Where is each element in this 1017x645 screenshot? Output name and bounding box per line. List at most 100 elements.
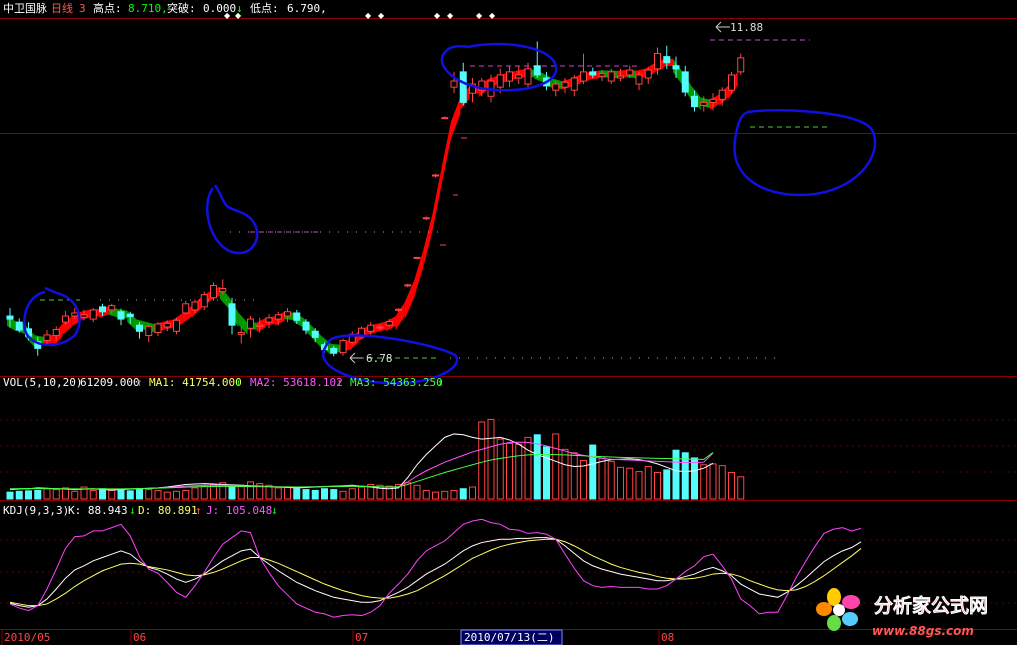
volume-bar: [570, 452, 578, 500]
candle-body: [210, 285, 217, 299]
volume-bar: [173, 490, 180, 500]
volume-bar: [515, 443, 523, 500]
candle-body: [737, 57, 745, 73]
candle-body: [552, 83, 560, 91]
volume-bar: [506, 442, 513, 500]
date-label-may: 2010/05: [4, 631, 50, 644]
candle-body: [617, 75, 624, 79]
candle-body: [265, 317, 273, 323]
star-icon: ◆: [434, 11, 441, 20]
volume-bar: [478, 421, 486, 500]
kdj-j-arrow: ↓: [271, 504, 278, 517]
star-icon: ◆: [489, 11, 496, 20]
volume-ma1: MA1: 41754.000: [149, 376, 242, 389]
high-value: 8.710,: [128, 2, 168, 15]
price-header: 中卫国脉 日线 3 高点: 8.710, 突破: 0.000 ↓ 低点: 6.7…: [3, 1, 327, 15]
volume-bar: [358, 486, 365, 500]
candle-body: [200, 294, 208, 308]
candle-body: [589, 71, 597, 76]
star-icon: ◆: [365, 11, 372, 20]
volume-bar: [117, 489, 125, 500]
candle-body: [293, 312, 301, 321]
candle-body: [561, 81, 569, 88]
candle-body: [89, 309, 97, 320]
breakout-value: 0.000: [203, 2, 236, 15]
candle-body: [506, 71, 513, 82]
volume-bar: [293, 488, 301, 500]
kdj-header: KDJ(9,3,3) K: 88.943 ↓ D: 80.891 ↑ J: 10…: [3, 504, 279, 517]
volume-bar: [108, 489, 116, 500]
volume-ma3-arrow: ↓: [437, 376, 444, 389]
candle-body: [441, 117, 449, 120]
candle-body: [302, 321, 310, 331]
volume-bar: [672, 449, 680, 500]
volume-bar: [191, 487, 199, 500]
candle-body: [413, 256, 421, 259]
volume-bar: [311, 489, 319, 500]
volume-bar: [413, 484, 421, 500]
volume-bar: [552, 433, 560, 500]
candle-body: [80, 314, 88, 318]
kdj-k-value: K: 88.943: [68, 504, 128, 517]
candle-body: [145, 325, 153, 337]
candle-body: [339, 339, 347, 354]
volume-bar: [6, 491, 14, 500]
candle-body: [395, 308, 402, 311]
volume-bar: [265, 484, 273, 500]
candle-body: [62, 315, 69, 323]
candle-body: [126, 313, 134, 318]
candle-body: [635, 74, 643, 85]
volume-ma1-arrow: ↓: [235, 376, 242, 389]
candle-body: [672, 65, 680, 70]
watermark-url: www.88gs.com: [872, 624, 974, 638]
stock-name: 中卫国脉: [3, 1, 47, 15]
volume-bar: [617, 466, 624, 500]
candle-body: [728, 74, 735, 91]
volume-ma3: MA3: 54363.250: [350, 376, 443, 389]
candle-body: [422, 217, 430, 220]
volume-bar: [302, 489, 310, 500]
volume-bar: [598, 456, 606, 500]
volume-bar: [71, 490, 79, 500]
candle-body: [330, 347, 338, 354]
candle-body: [515, 74, 523, 79]
low-value: 6.790,: [287, 2, 327, 15]
volume-bar: [700, 464, 708, 500]
volume-bar: [99, 488, 106, 500]
candle-body: [15, 321, 23, 331]
candle-body: [136, 324, 143, 332]
breakout-label: 突破:: [167, 1, 196, 15]
volume-bar: [52, 489, 60, 500]
stock-chart[interactable]: 11.88 6.78 ◆ ◆ ◆ ◆ ◆ ◆ ◆ ◆ 中卫国脉 日线 3 高点:…: [0, 0, 1017, 645]
volume-bar: [330, 489, 338, 500]
candle-body: [154, 323, 162, 333]
volume-bar: [136, 488, 143, 500]
star-icon: ◆: [378, 11, 385, 20]
candle-body: [182, 303, 190, 314]
low-label: 低点:: [250, 2, 279, 15]
period-label: 日线: [51, 1, 73, 15]
high-label: 高点:: [93, 1, 122, 15]
candle-body: [580, 71, 587, 82]
candle-body: [385, 321, 393, 326]
candle-body: [644, 69, 652, 79]
candle-body: [450, 80, 458, 88]
volume-bar: [43, 488, 51, 500]
volume-bar: [561, 448, 569, 500]
volume-bar: [339, 490, 347, 500]
volume-bar: [348, 488, 356, 500]
candle-body: [108, 305, 116, 311]
candle-body: [533, 65, 541, 76]
volume-bar: [237, 484, 245, 500]
kdj-j-value: J: 105.048: [206, 504, 272, 517]
volume-bar: [644, 465, 652, 500]
candle-body: [432, 174, 439, 177]
volume-bar: [274, 487, 282, 500]
volume-bar: [450, 489, 458, 500]
candle-body: [681, 71, 689, 93]
volume-bar: [589, 444, 597, 500]
volume-value: 61209.000: [80, 376, 140, 389]
volume-bar: [496, 438, 504, 500]
volume-bar: [15, 490, 23, 500]
volume-bar: [25, 490, 32, 500]
